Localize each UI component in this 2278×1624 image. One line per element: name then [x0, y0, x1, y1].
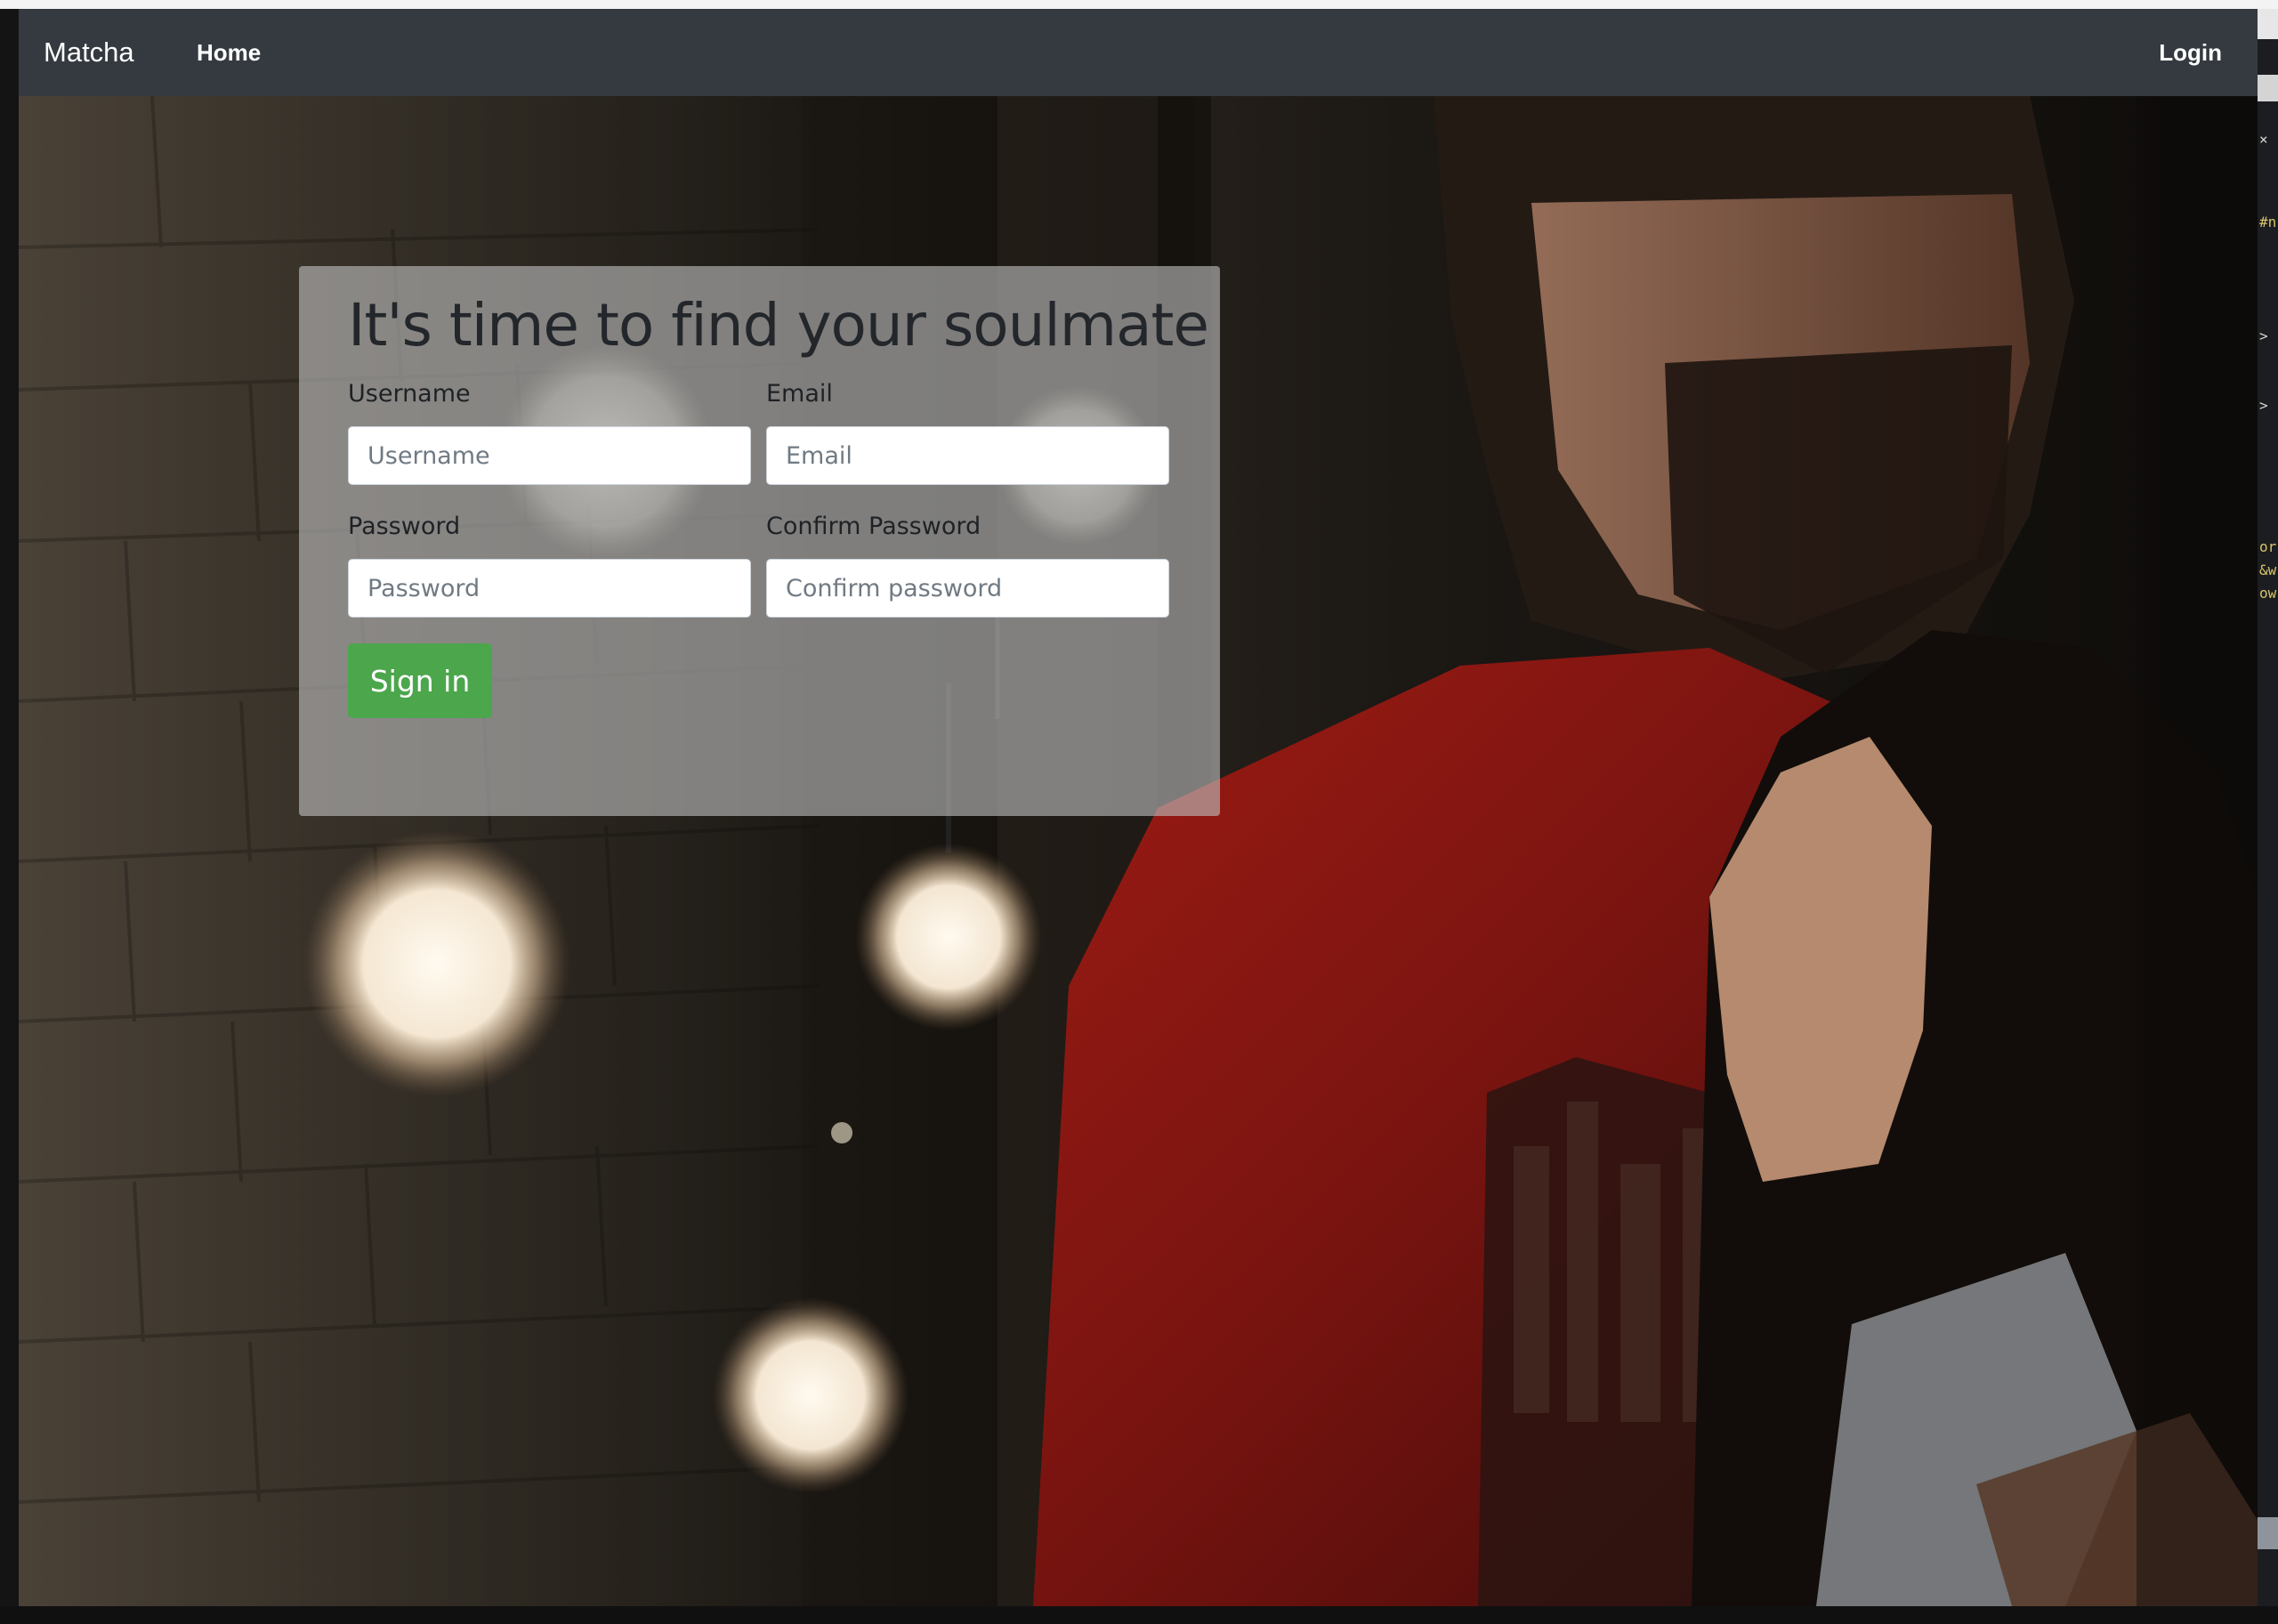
signup-card: It's time to find your soulmate Username… — [299, 266, 1220, 816]
password-input[interactable] — [348, 559, 751, 618]
window-bottom-edge — [0, 1606, 2278, 1624]
editor-side-panel: × #n > > or &w ow — [2258, 9, 2278, 1606]
confirm-password-label: Confirm Password — [766, 513, 981, 540]
editor-line: ow — [2259, 585, 2277, 602]
editor-line: > — [2259, 397, 2268, 414]
email-input[interactable] — [766, 426, 1169, 485]
scrollbar-thumb[interactable] — [2258, 1517, 2278, 1549]
editor-line: or — [2259, 538, 2277, 555]
window-left-edge — [0, 9, 19, 1624]
editor-line: #n — [2259, 214, 2277, 230]
navbar-brand[interactable]: Matcha — [44, 9, 134, 96]
close-icon[interactable]: × — [2259, 128, 2268, 151]
window-top-edge — [0, 0, 2278, 9]
nav-link-home[interactable]: Home — [197, 9, 261, 96]
username-input[interactable] — [348, 426, 751, 485]
editor-line: &w — [2259, 562, 2277, 578]
editor-line: > — [2259, 327, 2268, 344]
email-label: Email — [766, 380, 833, 408]
editor-tab[interactable] — [2258, 9, 2278, 39]
confirm-password-input[interactable] — [766, 559, 1169, 618]
hero-background-photo: It's time to find your soulmate Username… — [19, 96, 2258, 1606]
navbar: Matcha Home Login — [19, 9, 2258, 96]
editor-tab[interactable] — [2258, 75, 2278, 101]
nav-link-login[interactable]: Login — [2159, 9, 2222, 96]
sign-in-button[interactable]: Sign in — [348, 643, 492, 718]
browser-screen: Matcha Home Login It's time to find your… — [0, 0, 2278, 1624]
password-label: Password — [348, 513, 461, 540]
signup-title: It's time to find your soulmate — [348, 291, 1209, 360]
username-label: Username — [348, 380, 471, 408]
